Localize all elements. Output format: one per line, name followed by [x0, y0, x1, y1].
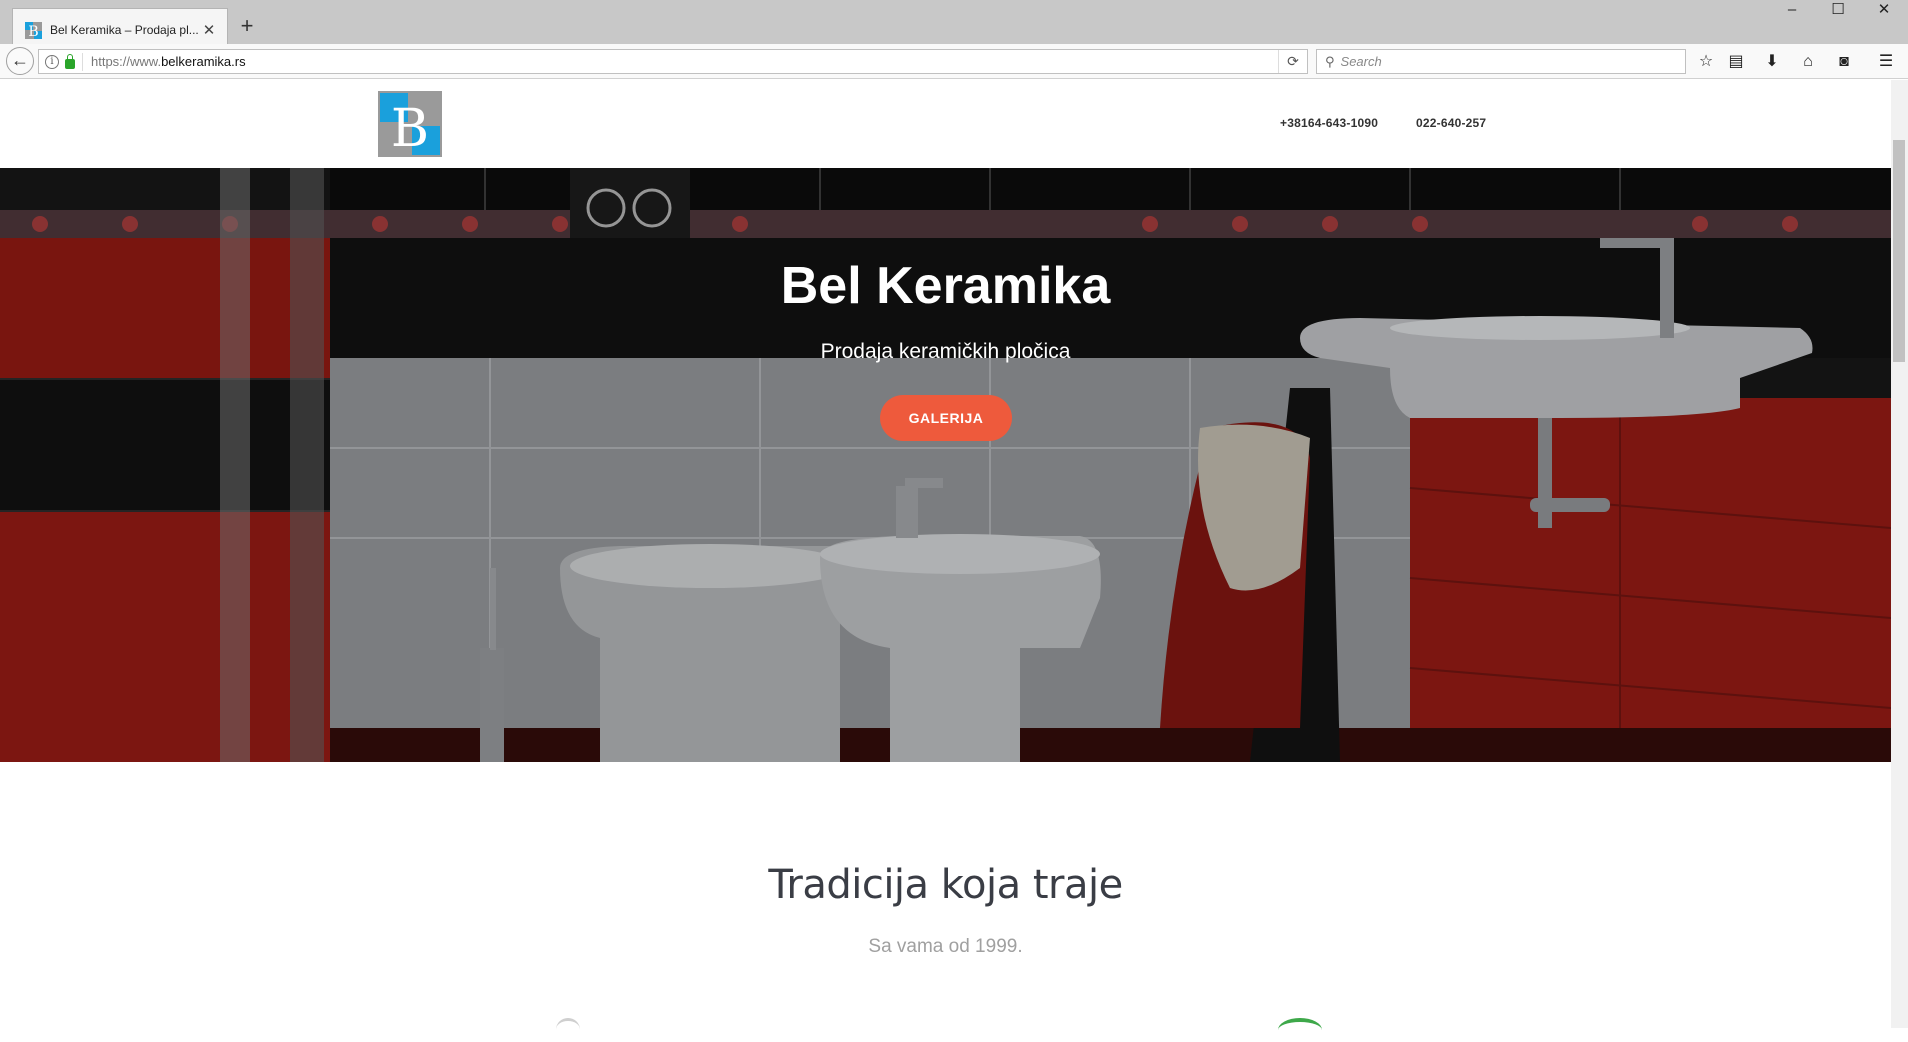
scrollbar-thumb[interactable]	[1893, 140, 1905, 362]
svg-text:B: B	[391, 99, 429, 157]
reload-icon[interactable]: ⟳	[1278, 50, 1307, 73]
tab-close-icon[interactable]: ✕	[201, 21, 217, 39]
search-bar[interactable]: ⚲ Search	[1316, 49, 1686, 74]
phone-mobile[interactable]: +38164-643-1090	[1280, 116, 1378, 130]
site-logo[interactable]: B	[378, 91, 442, 159]
site-info-icon[interactable]: i	[45, 54, 59, 69]
secure-lock-icon	[65, 53, 75, 69]
new-tab-icon[interactable]: +	[234, 13, 260, 39]
section-title: Tradicija koja traje	[768, 862, 1123, 908]
maximize-window-icon[interactable]: ☐	[1820, 0, 1856, 22]
section-subtitle: Sa vama od 1999.	[868, 936, 1023, 957]
feature-icon-peek-left	[556, 1018, 580, 1041]
url-separator	[82, 52, 83, 71]
site-header: B +38164-643-1090 022-640-257	[0, 80, 1891, 168]
browser-toolbar: ← i https://www.belkeramika.rs ⟳ ⚲ Searc…	[0, 44, 1908, 79]
menu-hamburger-icon[interactable]: ☰	[1872, 49, 1900, 75]
tab-title: Bel Keramika – Prodaja pl...	[50, 23, 199, 37]
site-favicon-icon: B	[25, 21, 42, 40]
feature-icon-peek-right	[1278, 1018, 1322, 1042]
home-icon[interactable]: ⌂	[1794, 49, 1822, 75]
reading-list-icon[interactable]: ▤	[1722, 49, 1750, 75]
close-window-icon[interactable]: ✕	[1866, 0, 1902, 22]
hero-title: Bel Keramika	[780, 257, 1111, 315]
hero-subtitle: Prodaja keramičkih pločica	[820, 340, 1071, 363]
search-icon: ⚲	[1325, 53, 1335, 69]
url-bar[interactable]: i https://www.belkeramika.rs ⟳	[38, 49, 1308, 74]
page-scrollbar[interactable]	[1891, 80, 1908, 1028]
search-placeholder: Search	[1340, 54, 1382, 69]
gallery-button[interactable]: GALERIJA	[880, 395, 1012, 441]
minimize-window-icon[interactable]: –	[1774, 0, 1810, 22]
pocket-icon[interactable]: ◙	[1830, 49, 1858, 75]
back-arrow-icon[interactable]: ←	[6, 47, 34, 75]
hero-banner: Bel Keramika Prodaja keramičkih pločica …	[0, 168, 1891, 762]
svg-text:B: B	[28, 24, 38, 39]
downloads-icon[interactable]: ⬇	[1758, 49, 1786, 75]
bookmark-star-icon[interactable]: ☆	[1692, 49, 1720, 75]
phone-landline[interactable]: 022-640-257	[1416, 116, 1486, 130]
url-text[interactable]: https://www.belkeramika.rs	[91, 54, 1278, 69]
